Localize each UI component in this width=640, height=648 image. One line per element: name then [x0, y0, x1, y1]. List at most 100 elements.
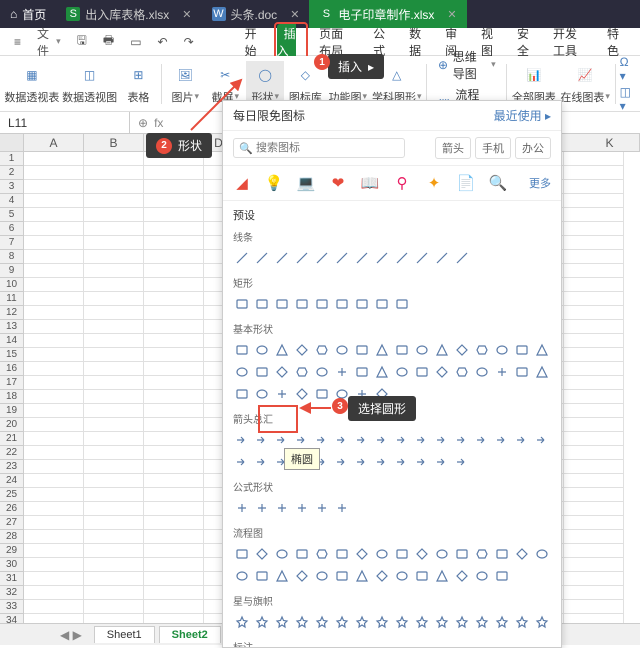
- shape-item[interactable]: [333, 545, 351, 563]
- shape-item[interactable]: [513, 613, 531, 631]
- shape-item[interactable]: [413, 363, 431, 381]
- shape-item[interactable]: [253, 567, 271, 585]
- fav-icon[interactable]: 💡: [265, 174, 283, 192]
- shape-item[interactable]: [353, 613, 371, 631]
- shape-item[interactable]: [393, 613, 411, 631]
- shape-item[interactable]: [413, 249, 431, 267]
- pivot-table-button[interactable]: ▦数据透视表: [4, 61, 60, 107]
- col-header[interactable]: K: [580, 134, 640, 151]
- fav-icon[interactable]: ⚲: [393, 174, 411, 192]
- fav-icon[interactable]: 💻: [297, 174, 315, 192]
- shape-item[interactable]: [433, 431, 451, 449]
- shape-item[interactable]: [373, 295, 391, 313]
- save-icon[interactable]: 🖫: [71, 28, 93, 55]
- shape-item[interactable]: [393, 567, 411, 585]
- shape-item[interactable]: [333, 295, 351, 313]
- shape-item[interactable]: [333, 249, 351, 267]
- row-header[interactable]: 30: [0, 558, 24, 572]
- shape-item[interactable]: [453, 545, 471, 563]
- fav-icon[interactable]: 🔍: [489, 174, 507, 192]
- shape-item[interactable]: [473, 613, 491, 631]
- row-header[interactable]: 28: [0, 530, 24, 544]
- row-header[interactable]: 32: [0, 586, 24, 600]
- shape-item[interactable]: [253, 499, 271, 517]
- row-header[interactable]: 24: [0, 474, 24, 488]
- shape-item[interactable]: [453, 341, 471, 359]
- shape-item[interactable]: [233, 385, 251, 403]
- shape-item[interactable]: [493, 431, 511, 449]
- row-header[interactable]: 20: [0, 418, 24, 432]
- sheet-tab-1[interactable]: Sheet1: [94, 626, 155, 643]
- row-header[interactable]: 7: [0, 236, 24, 250]
- shape-item[interactable]: [273, 545, 291, 563]
- shape-item[interactable]: [413, 567, 431, 585]
- shape-item[interactable]: [273, 341, 291, 359]
- shape-item[interactable]: [373, 613, 391, 631]
- shape-item[interactable]: [273, 363, 291, 381]
- shape-item[interactable]: [333, 453, 351, 471]
- fav-icon[interactable]: 📖: [361, 174, 379, 192]
- close-icon[interactable]: ✕: [182, 8, 191, 21]
- shape-item[interactable]: [273, 499, 291, 517]
- cell-reference[interactable]: L11: [0, 112, 130, 133]
- row-header[interactable]: 10: [0, 278, 24, 292]
- row-header[interactable]: 31: [0, 572, 24, 586]
- shape-item[interactable]: [333, 613, 351, 631]
- shape-item[interactable]: [333, 499, 351, 517]
- row-header[interactable]: 21: [0, 432, 24, 446]
- doc-tab-1[interactable]: S出入库表格.xlsx✕: [56, 0, 201, 28]
- shape-item[interactable]: [493, 363, 511, 381]
- row-header[interactable]: 18: [0, 390, 24, 404]
- shape-item[interactable]: [353, 567, 371, 585]
- row-header[interactable]: 6: [0, 222, 24, 236]
- chip-arrow[interactable]: 箭头: [435, 137, 471, 159]
- shape-item[interactable]: [493, 613, 511, 631]
- row-header[interactable]: 13: [0, 320, 24, 334]
- close-icon[interactable]: ✕: [447, 8, 456, 21]
- shape-item[interactable]: [373, 341, 391, 359]
- shape-item[interactable]: [273, 295, 291, 313]
- shape-item[interactable]: [273, 613, 291, 631]
- shape-item[interactable]: [313, 295, 331, 313]
- shape-item[interactable]: [233, 567, 251, 585]
- shape-item[interactable]: [433, 453, 451, 471]
- shape-item[interactable]: [253, 295, 271, 313]
- shape-item[interactable]: [493, 567, 511, 585]
- shape-item[interactable]: [253, 453, 271, 471]
- shape-item[interactable]: [233, 341, 251, 359]
- row-header[interactable]: 2: [0, 166, 24, 180]
- col-header[interactable]: B: [84, 134, 144, 151]
- row-header[interactable]: 4: [0, 194, 24, 208]
- shape-item[interactable]: [233, 545, 251, 563]
- shape-item[interactable]: [233, 613, 251, 631]
- fav-icon[interactable]: ◢: [233, 174, 251, 192]
- row-header[interactable]: 15: [0, 348, 24, 362]
- shape-item[interactable]: [273, 567, 291, 585]
- shape-item[interactable]: [273, 249, 291, 267]
- menu-icon[interactable]: ≡: [8, 32, 27, 52]
- shape-item[interactable]: [453, 453, 471, 471]
- row-header[interactable]: 33: [0, 600, 24, 614]
- row-header[interactable]: 3: [0, 180, 24, 194]
- fx-icon[interactable]: ⊕: [138, 116, 148, 130]
- shape-item[interactable]: [473, 567, 491, 585]
- row-header[interactable]: 17: [0, 376, 24, 390]
- shape-item[interactable]: [513, 363, 531, 381]
- shape-item[interactable]: [353, 545, 371, 563]
- sheet-nav-icon[interactable]: ◀ ▶: [60, 628, 82, 642]
- shape-item[interactable]: [353, 453, 371, 471]
- shape-item[interactable]: [473, 431, 491, 449]
- pivot-chart-button[interactable]: ◫数据透视图: [62, 61, 118, 107]
- col-header[interactable]: A: [24, 134, 84, 151]
- shape-item[interactable]: [393, 453, 411, 471]
- row-header[interactable]: 11: [0, 292, 24, 306]
- shape-item[interactable]: [413, 613, 431, 631]
- row-header[interactable]: 19: [0, 404, 24, 418]
- shape-item[interactable]: [513, 545, 531, 563]
- misc-icon[interactable]: Ω ▾: [620, 55, 636, 83]
- row-header[interactable]: 5: [0, 208, 24, 222]
- shape-item[interactable]: [333, 567, 351, 585]
- shape-item[interactable]: [393, 363, 411, 381]
- shape-item[interactable]: [453, 613, 471, 631]
- row-header[interactable]: 14: [0, 334, 24, 348]
